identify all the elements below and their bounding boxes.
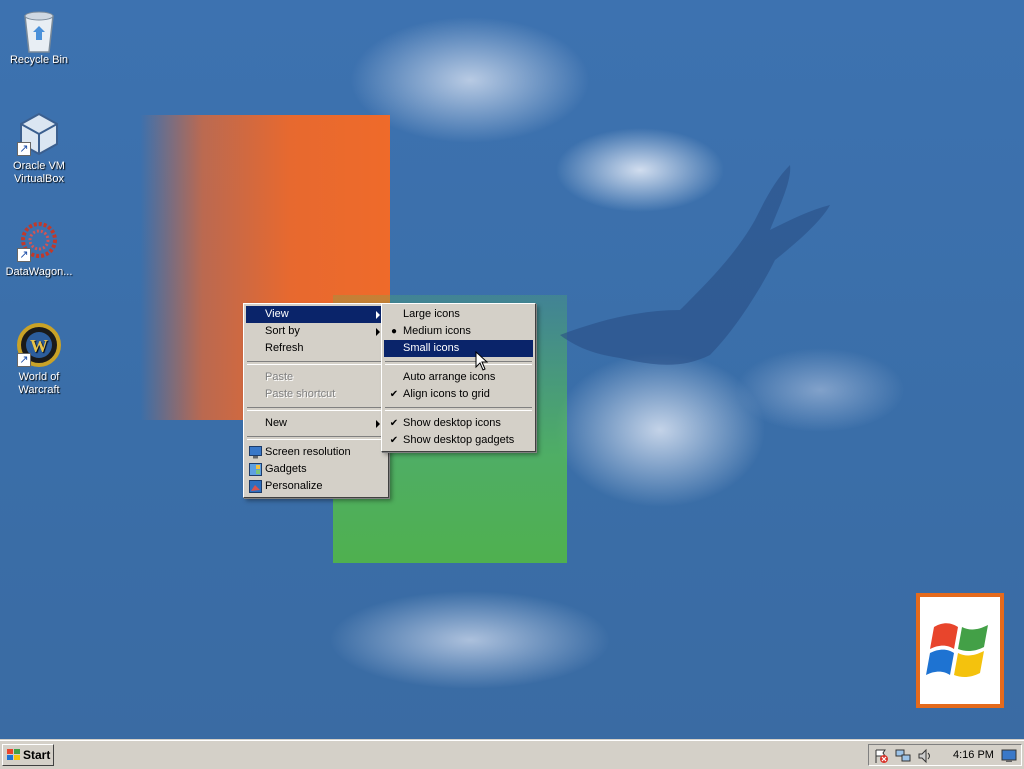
desktop-icon-datawagon[interactable]: ↗ DataWagon...: [2, 218, 76, 279]
recycle-bin-icon: [24, 11, 54, 53]
menu-item-view[interactable]: View: [246, 306, 386, 323]
personalize-icon: [249, 480, 262, 493]
gadgets-icon: [249, 463, 262, 476]
menu-item-new[interactable]: New: [246, 415, 386, 432]
windows-flag-icon: [926, 623, 988, 678]
menu-item-gadgets[interactable]: Gadgets: [246, 461, 386, 478]
show-desktop-icon[interactable]: [1001, 748, 1017, 764]
menu-item-medium-icons[interactable]: ● Medium icons: [384, 323, 533, 340]
menu-separator: [385, 361, 532, 365]
submenu-arrow-icon: [376, 328, 380, 336]
start-label: Start: [23, 748, 51, 762]
screen-resolution-icon: [249, 446, 262, 459]
shortcut-arrow-icon: ↗: [17, 353, 31, 367]
action-center-icon[interactable]: [873, 748, 889, 764]
desktop-icon-label: World of Warcraft: [18, 371, 60, 396]
windows-logo-tile: [916, 593, 1004, 708]
mouse-pointer-icon: [475, 351, 488, 371]
menu-separator: [385, 407, 532, 411]
menu-item-sort-by[interactable]: Sort by: [246, 323, 386, 340]
desktop-icon-label: DataWagon...: [5, 266, 73, 278]
clock[interactable]: 4:16 PM: [953, 745, 994, 765]
menu-item-personalize[interactable]: Personalize: [246, 478, 386, 495]
menu-item-show-desktop-icons[interactable]: ✔ Show desktop icons: [384, 415, 533, 432]
shortcut-arrow-icon: ↗: [17, 142, 31, 156]
wallpaper-skydiver: [560, 165, 830, 365]
desktop-icon-world-of-warcraft[interactable]: W ↗ World of Warcraft: [2, 323, 76, 397]
windows-start-icon: [7, 749, 20, 760]
menu-item-auto-arrange-icons[interactable]: Auto arrange icons: [384, 369, 533, 386]
view-submenu: Large icons ● Medium icons Small icons A…: [381, 303, 536, 452]
menu-item-refresh[interactable]: Refresh: [246, 340, 386, 357]
menu-item-screen-resolution[interactable]: Screen resolution: [246, 444, 386, 461]
menu-item-large-icons[interactable]: Large icons: [384, 306, 533, 323]
menu-item-paste-shortcut: Paste shortcut: [265, 388, 336, 400]
radio-bullet-icon: ●: [390, 326, 398, 337]
menu-item-paste: Paste: [265, 371, 294, 383]
menu-separator: [247, 407, 385, 411]
desktop-icon-label: Oracle VM VirtualBox: [13, 160, 65, 185]
desktop-icon-recycle-bin[interactable]: Recycle Bin: [2, 6, 76, 67]
checkmark-icon: ✔: [389, 389, 399, 400]
desktop-icon-virtualbox[interactable]: ↗ Oracle VM VirtualBox: [2, 112, 76, 186]
menu-separator: [247, 436, 385, 440]
menu-item-align-icons-to-grid[interactable]: ✔ Align icons to grid: [384, 386, 533, 403]
desktop-context-menu: View Sort by Refresh Paste Paste shortcu…: [243, 303, 389, 498]
svg-text:W: W: [30, 336, 48, 356]
menu-separator: [247, 361, 385, 365]
system-tray: 4:16 PM: [868, 744, 1022, 766]
submenu-arrow-icon: [376, 311, 380, 319]
start-button[interactable]: Start: [2, 744, 54, 766]
submenu-arrow-icon: [376, 420, 380, 428]
shortcut-arrow-icon: ↗: [17, 248, 31, 262]
taskbar: Start 4:16 PM: [0, 740, 1024, 769]
network-icon[interactable]: [895, 748, 911, 764]
checkmark-icon: ✔: [389, 435, 399, 446]
volume-icon[interactable]: [917, 748, 933, 764]
menu-item-show-desktop-gadgets[interactable]: ✔ Show desktop gadgets: [384, 432, 533, 449]
checkmark-icon: ✔: [389, 418, 399, 429]
menu-item-small-icons[interactable]: Small icons: [384, 340, 533, 357]
